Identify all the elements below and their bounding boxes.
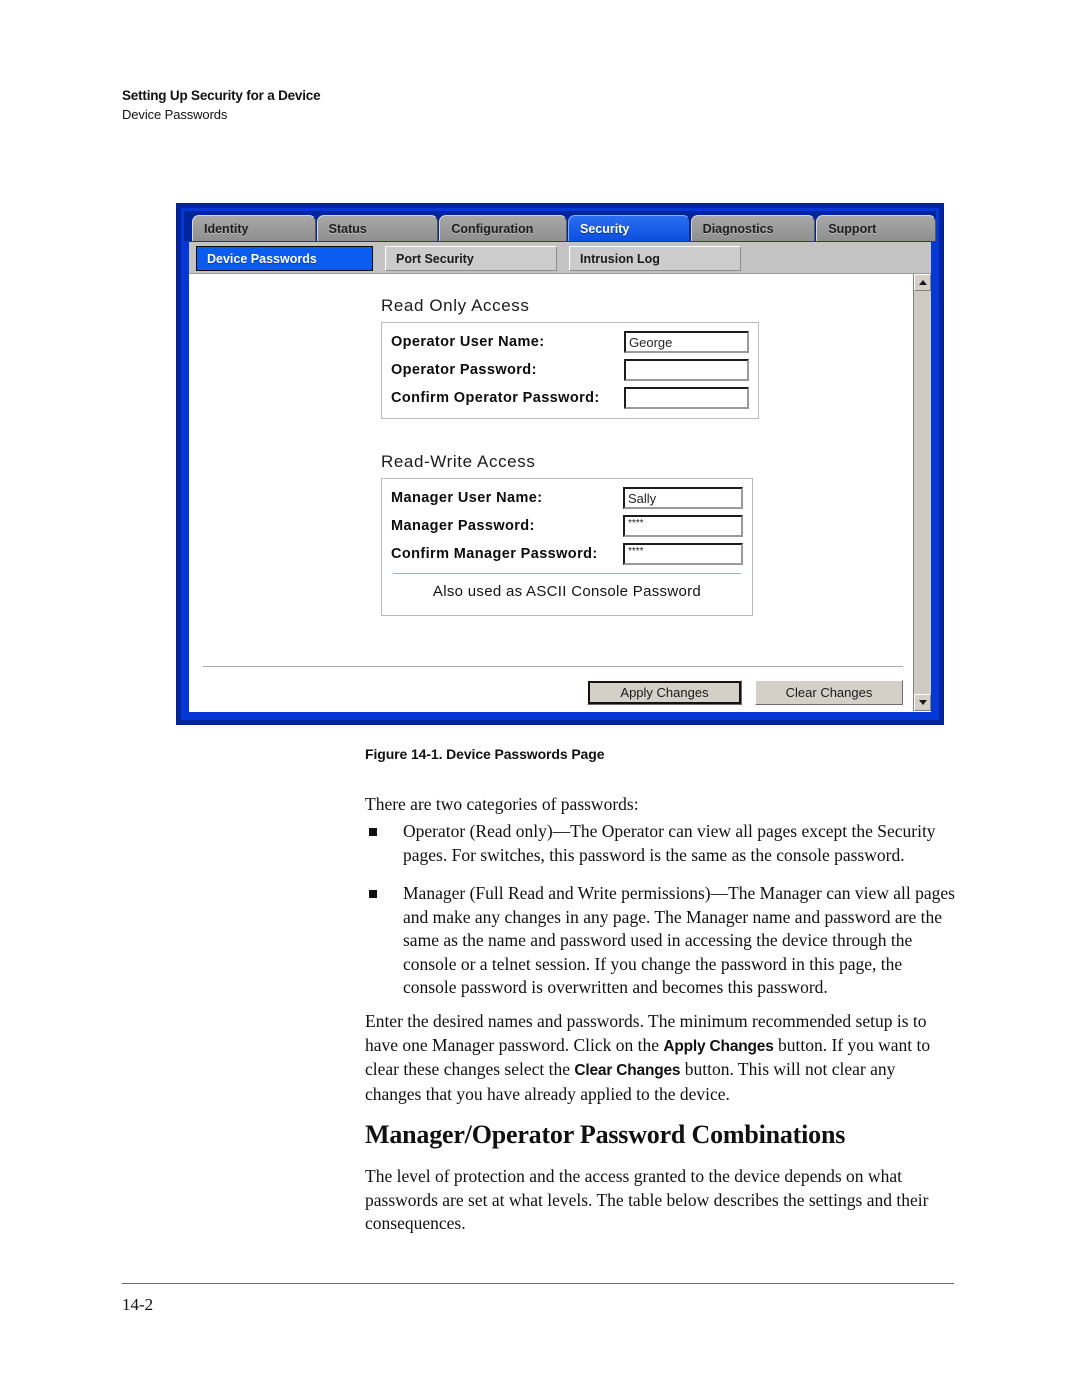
subtab-port-security[interactable]: Port Security <box>385 246 557 271</box>
read-write-fieldset: Manager User Name: Sally Manager Passwor… <box>381 478 753 616</box>
manager-password-input[interactable]: **** <box>623 515 743 537</box>
field-row-manager-user-name: Manager User Name: Sally <box>391 487 743 509</box>
tab-support[interactable]: Support <box>816 215 936 241</box>
operator-user-name-input[interactable]: George <box>624 331 749 353</box>
enter-names-paragraph-text: Enter the desired names and passwords. T… <box>365 1010 955 1106</box>
read-only-access-title: Read Only Access <box>381 296 530 315</box>
operator-password-input[interactable] <box>624 359 749 381</box>
field-row-operator-password: Operator Password: <box>391 359 749 381</box>
tab-status-label: Status <box>328 221 367 236</box>
footer-divider <box>122 1283 954 1284</box>
vertical-scrollbar[interactable] <box>913 274 931 711</box>
intro-paragraph-text: There are two categories of passwords: <box>365 794 639 814</box>
list-item: Manager (Full Read and Write permissions… <box>365 882 957 1000</box>
tab-diagnostics-label: Diagnostics <box>702 221 774 236</box>
tab-security[interactable]: Security <box>568 215 690 241</box>
clear-changes-inline-bold: Clear Changes <box>574 1062 681 1079</box>
sub-tab-bar: Device Passwords Port Security Intrusion… <box>189 242 931 274</box>
subtab-intrusion-log[interactable]: Intrusion Log <box>569 246 741 271</box>
screenshot-client-area: Device Passwords Port Security Intrusion… <box>188 241 932 713</box>
page-number: 14-2 <box>122 1295 154 1314</box>
field-row-manager-password: Manager Password: **** <box>391 515 743 537</box>
list-item: Operator (Read only)—The Operator can vi… <box>365 820 957 867</box>
manager-user-name-label: Manager User Name: <box>391 490 543 506</box>
intro-paragraph: There are two categories of passwords: <box>365 793 955 819</box>
running-head-title: Setting Up Security for a Device <box>122 88 321 103</box>
square-bullet-icon <box>369 828 377 836</box>
operator-password-label: Operator Password: <box>391 362 537 378</box>
figure-caption: Figure 14-1. Device Passwords Page <box>365 746 605 762</box>
running-head-subtitle: Device Passwords <box>122 107 228 122</box>
tab-identity[interactable]: Identity <box>192 215 316 241</box>
triangle-up-icon <box>918 280 927 285</box>
read-write-access-group: Read-Write Access Manager User Name: Sal… <box>381 452 753 616</box>
scroll-up-button[interactable] <box>914 274 931 291</box>
apply-changes-button[interactable]: Apply Changes <box>587 680 742 705</box>
tab-configuration[interactable]: Configuration <box>439 215 567 241</box>
protection-level-paragraph: The level of protection and the access g… <box>365 1165 955 1238</box>
manager-user-name-input[interactable]: Sally <box>623 487 743 509</box>
clear-changes-button[interactable]: Clear Changes <box>755 680 903 705</box>
field-row-operator-user-name: Operator User Name: George <box>391 331 749 353</box>
subtab-intrusion-log-label: Intrusion Log <box>580 251 660 266</box>
main-tab-strip: Identity Status Configuration Security D… <box>184 211 936 241</box>
button-bar: Apply Changes Clear Changes <box>587 680 903 705</box>
section-heading: Manager/Operator Password Combinations <box>365 1120 846 1149</box>
field-row-confirm-operator-password: Confirm Operator Password: <box>391 387 749 409</box>
scrollbar-track[interactable] <box>914 291 931 694</box>
apply-changes-inline-bold: Apply Changes <box>663 1037 774 1055</box>
tab-support-label: Support <box>828 221 877 236</box>
tab-diagnostics[interactable]: Diagnostics <box>690 215 816 241</box>
subtab-device-passwords-label: Device Passwords <box>207 251 317 266</box>
confirm-operator-password-input[interactable] <box>624 387 749 409</box>
tab-status[interactable]: Status <box>316 215 439 241</box>
confirm-manager-password-input[interactable]: **** <box>623 543 743 565</box>
scroll-down-button[interactable] <box>914 694 931 711</box>
read-only-access-group: Read Only Access Operator User Name: Geo… <box>381 296 759 419</box>
ascii-console-password-note: Also used as ASCII Console Password <box>432 583 702 600</box>
operator-user-name-label: Operator User Name: <box>391 334 545 350</box>
button-bar-divider <box>203 666 903 667</box>
form-scroll-viewport: Read Only Access Operator User Name: Geo… <box>189 274 913 711</box>
enter-names-paragraph: Enter the desired names and passwords. T… <box>365 1010 955 1108</box>
confirm-operator-password-label: Confirm Operator Password: <box>391 390 600 406</box>
form-body-row: Read Only Access Operator User Name: Geo… <box>189 274 931 711</box>
password-categories-list: Operator (Read only)—The Operator can vi… <box>365 820 957 1015</box>
field-row-confirm-manager-password: Confirm Manager Password: **** <box>391 543 743 565</box>
confirm-manager-password-label: Confirm Manager Password: <box>391 546 598 562</box>
device-passwords-screenshot: Identity Status Configuration Security D… <box>176 203 944 725</box>
list-item-text: Operator (Read only)—The Operator can vi… <box>403 821 936 865</box>
protection-level-paragraph-text: The level of protection and the access g… <box>365 1166 929 1233</box>
manager-password-label: Manager Password: <box>391 518 535 534</box>
subtab-port-security-label: Port Security <box>396 251 474 266</box>
tab-configuration-label: Configuration <box>451 221 534 236</box>
page-running-head: Setting Up Security for a Device Device … <box>122 88 321 123</box>
square-bullet-icon <box>369 890 377 898</box>
read-write-access-title: Read-Write Access <box>381 452 536 471</box>
triangle-down-icon <box>918 700 927 705</box>
subtab-device-passwords[interactable]: Device Passwords <box>196 246 373 271</box>
screenshot-inner-frame: Identity Status Configuration Security D… <box>181 208 939 720</box>
fieldset-divider <box>393 573 741 574</box>
tab-security-label: Security <box>580 221 630 236</box>
list-item-text: Manager (Full Read and Write permissions… <box>403 883 955 997</box>
read-only-fieldset: Operator User Name: George Operator Pass… <box>381 322 759 419</box>
tab-identity-label: Identity <box>204 221 249 236</box>
